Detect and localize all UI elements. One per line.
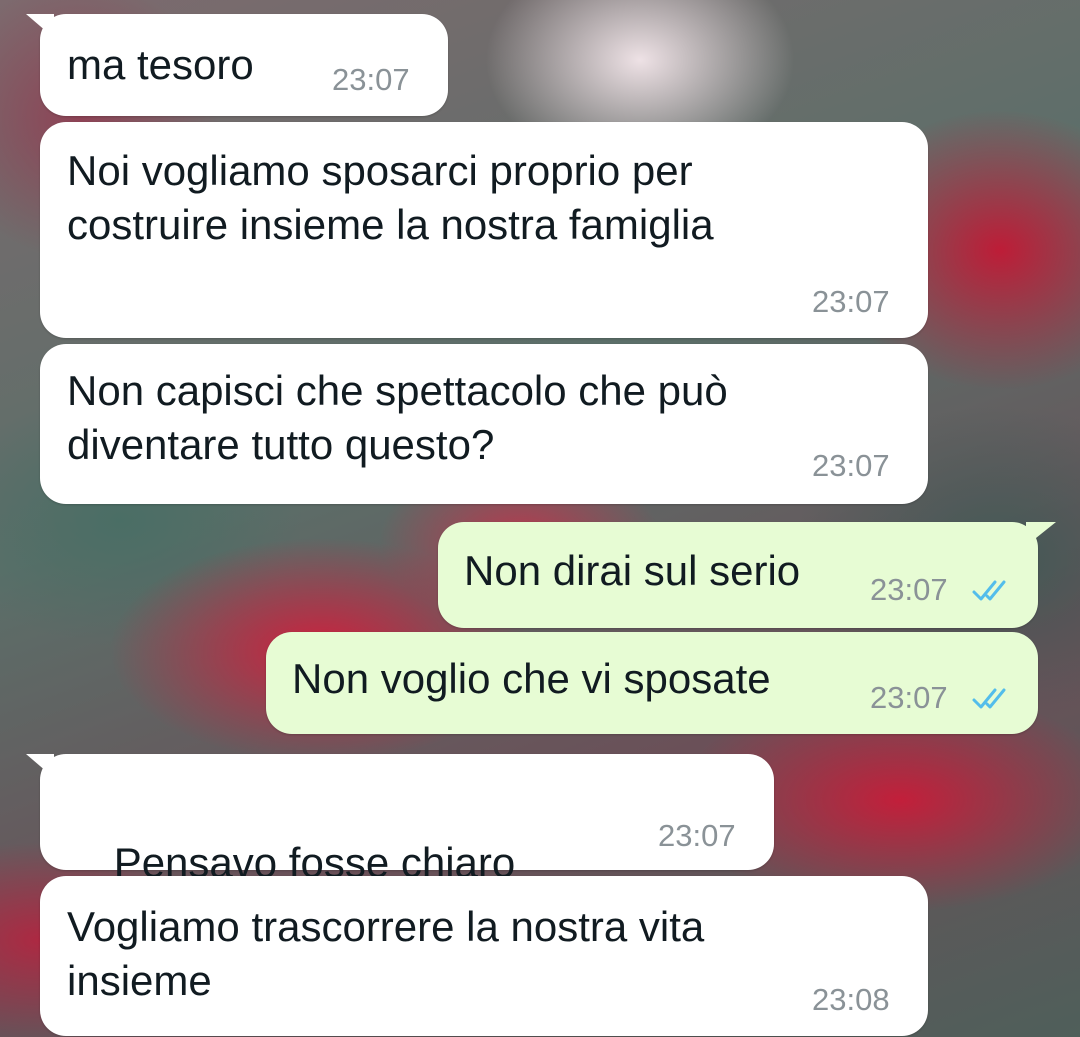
message-timestamp: 23:07 [812, 448, 890, 483]
message-text: ma tesoro [67, 41, 254, 88]
message-timestamp: 23:07 [332, 62, 410, 97]
message-incoming[interactable]: Non capisci che spettacolo che può diven… [40, 344, 928, 504]
message-text: Non capisci che spettacolo che può diven… [67, 367, 728, 468]
read-double-check-icon [972, 580, 1006, 601]
message-incoming[interactable]: Vogliamo trascorrere la nostra vita insi… [40, 876, 928, 1036]
message-timestamp: 23:07 [870, 572, 948, 607]
message-text: Noi vogliamo sposarci proprio per costru… [67, 147, 714, 248]
message-timestamp: 23:07 [812, 284, 890, 319]
message-text: Non voglio che vi sposate [292, 655, 771, 702]
message-incoming[interactable]: Pensavo fosse chiaro 23:07 [26, 754, 774, 947]
message-outgoing[interactable]: Non dirai sul serio 23:07 [438, 522, 1056, 628]
message-timestamp: 23:08 [812, 982, 890, 1017]
message-outgoing[interactable]: Non voglio che vi sposate 23:07 [266, 632, 1038, 734]
message-text: Vogliamo trascorrere la nostra vita insi… [67, 903, 705, 1004]
message-text: Non dirai sul serio [464, 547, 801, 594]
message-incoming[interactable]: ma tesoro 23:07 [26, 14, 448, 116]
read-double-check-icon [972, 688, 1006, 709]
message-timestamp: 23:07 [658, 818, 736, 853]
message-incoming[interactable]: Noi vogliamo sposarci proprio per costru… [40, 122, 928, 338]
message-timestamp: 23:07 [870, 680, 948, 715]
